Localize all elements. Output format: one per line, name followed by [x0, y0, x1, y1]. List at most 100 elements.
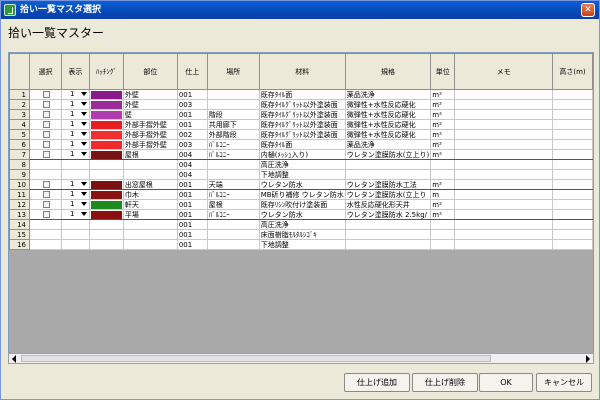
height-cell[interactable] — [552, 89, 593, 100]
place-cell[interactable]: ﾊﾞﾙｺﾆｰ — [206, 149, 260, 160]
dropdown-arrow-icon[interactable] — [80, 102, 87, 106]
part-cell[interactable]: 平場 — [122, 209, 178, 220]
part-cell[interactable] — [122, 159, 178, 170]
column-header[interactable]: 選択 — [28, 53, 62, 90]
unit-cell[interactable] — [430, 159, 456, 170]
memo-cell[interactable] — [454, 199, 553, 210]
hatching-swatch[interactable] — [90, 210, 122, 219]
select-checkbox[interactable] — [42, 211, 50, 218]
select-checkbox[interactable] — [42, 91, 50, 98]
hatching-cell[interactable] — [88, 169, 124, 180]
select-cell[interactable] — [28, 99, 62, 110]
display-cell[interactable] — [60, 239, 90, 250]
unit-cell[interactable] — [430, 169, 456, 180]
display-cell[interactable]: 1 — [60, 99, 90, 110]
dropdown-arrow-icon[interactable] — [80, 202, 87, 206]
spec-cell[interactable]: ウレタン塗膜防水工法 — [344, 179, 432, 190]
display-cell[interactable]: 1 — [60, 139, 90, 150]
display-cell[interactable]: 1 — [60, 189, 90, 200]
finish-cell[interactable]: 001 — [176, 89, 208, 100]
hatching-swatch[interactable] — [90, 180, 122, 189]
hatching-swatch[interactable] — [90, 140, 122, 149]
column-header[interactable]: 部位 — [122, 53, 178, 90]
unit-cell[interactable]: m — [430, 189, 456, 200]
place-cell[interactable]: 天端 — [206, 179, 260, 190]
select-checkbox[interactable] — [42, 111, 50, 118]
spec-cell[interactable] — [344, 239, 432, 250]
select-cell[interactable] — [28, 109, 62, 120]
material-cell[interactable]: 既存ﾀｲﾙｸﾞﾘｯﾄ以外塗装面 — [258, 119, 346, 130]
table-row[interactable]: 8 004 高圧洗浄 — [9, 159, 593, 170]
height-cell[interactable] — [552, 199, 593, 210]
place-cell[interactable]: 外部階段 — [206, 129, 260, 140]
hatching-cell[interactable] — [88, 149, 124, 160]
material-cell[interactable]: 既存ﾀｲﾙ面 — [258, 139, 346, 150]
spec-cell[interactable]: 水性反応硬化形天井 — [344, 199, 432, 210]
spec-cell[interactable]: ウレタン塗膜防水 2.5kg/ — [344, 209, 432, 220]
memo-cell[interactable] — [454, 219, 553, 230]
dropdown-arrow-icon[interactable] — [80, 152, 87, 156]
part-cell[interactable] — [122, 219, 178, 230]
hatching-swatch[interactable] — [90, 110, 122, 119]
finish-cell[interactable]: 001 — [176, 209, 208, 220]
place-cell[interactable] — [206, 169, 260, 180]
part-cell[interactable]: 外壁 — [122, 89, 178, 100]
select-checkbox[interactable] — [42, 121, 50, 128]
table-row[interactable]: 12 1 軒天 001 屋根 既存ﾘｼﾝ吹付け塗装面 水性反応硬化形天井 m² — [9, 199, 593, 210]
select-checkbox[interactable] — [42, 131, 50, 138]
finish-cell[interactable]: 001 — [176, 119, 208, 130]
table-row[interactable]: 6 1 外部手摺外壁 003 ﾊﾞﾙｺﾆｰ 既存ﾀｲﾙ面 薬品洗浄 m² — [9, 139, 593, 150]
table-row[interactable]: 7 1 屋根 004 ﾊﾞﾙｺﾆｰ 内樋(ﾒｯｼｭ入り) ウレタン塗膜防水(立上り) m² — [9, 149, 593, 160]
spec-cell[interactable] — [344, 219, 432, 230]
display-cell[interactable] — [60, 229, 90, 240]
table-row[interactable]: 5 1 外部手摺外壁 002 外部階段 既存ﾀｲﾙｸﾞﾘｯﾄ以外塗装面 微弾性+水性反応硬化… — [9, 129, 593, 140]
spec-cell[interactable]: 薬品洗浄 — [344, 89, 432, 100]
dropdown-arrow-icon[interactable] — [80, 122, 87, 126]
material-cell[interactable]: 高圧洗浄 — [258, 159, 346, 170]
part-cell[interactable]: 軒天 — [122, 199, 178, 210]
column-header[interactable]: ﾊｯﾁﾝｸﾞ — [88, 53, 124, 90]
display-cell[interactable]: 1 — [60, 179, 90, 190]
place-cell[interactable] — [206, 239, 260, 250]
table-row[interactable]: 2 1 外壁 003 既存ﾀｲﾙｸﾞﾘｯﾄ以外塗装面 微弾性+水性反応硬化 m² — [9, 99, 593, 110]
table-row[interactable]: 4 1 外部手摺外壁 001 共用廊下 既存ﾀｲﾙｸﾞﾘｯﾄ以外塗装面 微弾性+水性反応硬化… — [9, 119, 593, 130]
place-cell[interactable] — [206, 89, 260, 100]
spec-cell[interactable]: ウレタン塗膜防水(立上り — [344, 189, 432, 200]
unit-cell[interactable] — [430, 239, 456, 250]
select-cell[interactable] — [28, 129, 62, 140]
finish-cell[interactable]: 004 — [176, 169, 208, 180]
select-cell[interactable] — [28, 229, 62, 240]
table-row[interactable]: 9 004 下地調整 — [9, 169, 593, 180]
hatching-cell[interactable] — [88, 219, 124, 230]
dropdown-arrow-icon[interactable] — [80, 182, 87, 186]
part-cell[interactable] — [122, 169, 178, 180]
table-row[interactable]: 16 001 下地調整 — [9, 239, 593, 250]
table-row[interactable]: 13 1 平場 001 ﾊﾞﾙｺﾆｰ ウレタン防水 ウレタン塗膜防水 2.5kg/m² — [9, 209, 593, 220]
hatching-cell[interactable] — [88, 99, 124, 110]
place-cell[interactable] — [206, 219, 260, 230]
height-cell[interactable] — [552, 169, 593, 180]
height-cell[interactable] — [552, 99, 593, 110]
finish-cell[interactable]: 004 — [176, 159, 208, 170]
hatching-cell[interactable] — [88, 179, 124, 190]
spec-cell[interactable] — [344, 229, 432, 240]
hatching-cell[interactable] — [88, 239, 124, 250]
column-header[interactable]: 高さ(m) — [552, 53, 593, 90]
part-cell[interactable]: 巾木 — [122, 189, 178, 200]
place-cell[interactable] — [206, 159, 260, 170]
title-bar[interactable]: 拾い一覧マスタ選択 ✕ — [1, 1, 599, 19]
material-cell[interactable]: 既存ﾀｲﾙｸﾞﾘｯﾄ以外塗装面 — [258, 129, 346, 140]
close-button[interactable]: ✕ — [581, 3, 595, 17]
dropdown-arrow-icon[interactable] — [80, 192, 87, 196]
part-cell[interactable]: 壁 — [122, 109, 178, 120]
height-cell[interactable] — [552, 109, 593, 120]
part-cell[interactable]: 出窓屋根 — [122, 179, 178, 190]
select-cell[interactable] — [28, 159, 62, 170]
part-cell[interactable]: 屋根 — [122, 149, 178, 160]
spec-cell[interactable] — [344, 169, 432, 180]
hatching-cell[interactable] — [88, 129, 124, 140]
select-cell[interactable] — [28, 89, 62, 100]
hatching-swatch[interactable] — [90, 190, 122, 199]
select-cell[interactable] — [28, 149, 62, 160]
hatching-swatch[interactable] — [90, 100, 122, 109]
